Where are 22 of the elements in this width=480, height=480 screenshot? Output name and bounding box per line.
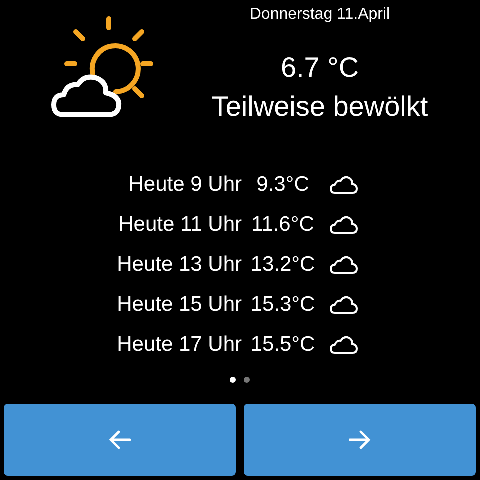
left-arrow-icon: [109, 430, 131, 450]
forecast-temperature: 9.3°C: [256, 173, 310, 197]
forecast-time: Heute 13 Uhr: [117, 253, 242, 277]
forecast-temperature: 13.2°C: [250, 253, 316, 277]
forecast-temperature: 15.3°C: [250, 293, 316, 317]
page-dot[interactable]: [244, 377, 250, 383]
forecast-time: Heute 11 Uhr: [118, 213, 242, 237]
forecast-time: Heute 15 Uhr: [117, 293, 242, 317]
cloud-icon: [330, 295, 358, 315]
date-text: Donnerstag 11.April: [250, 5, 390, 25]
cloud-icon: [330, 255, 358, 275]
forecast-temperature: 15.5°C: [250, 333, 316, 357]
forecast-temperature: 11.6°C: [252, 213, 314, 237]
cloud-icon: [330, 215, 358, 235]
cloud-icon: [330, 335, 358, 355]
page-dot[interactable]: [230, 377, 236, 383]
forecast-time: Heute 17 Uhr: [117, 333, 242, 357]
current-temperature: 6.7 °C: [280, 51, 360, 85]
cloud-icon: [330, 175, 358, 195]
weather-condition: Teilweise bewölkt: [212, 90, 428, 124]
forecast-time: Heute 9 Uhr: [128, 173, 242, 197]
right-arrow-icon: [349, 430, 371, 450]
